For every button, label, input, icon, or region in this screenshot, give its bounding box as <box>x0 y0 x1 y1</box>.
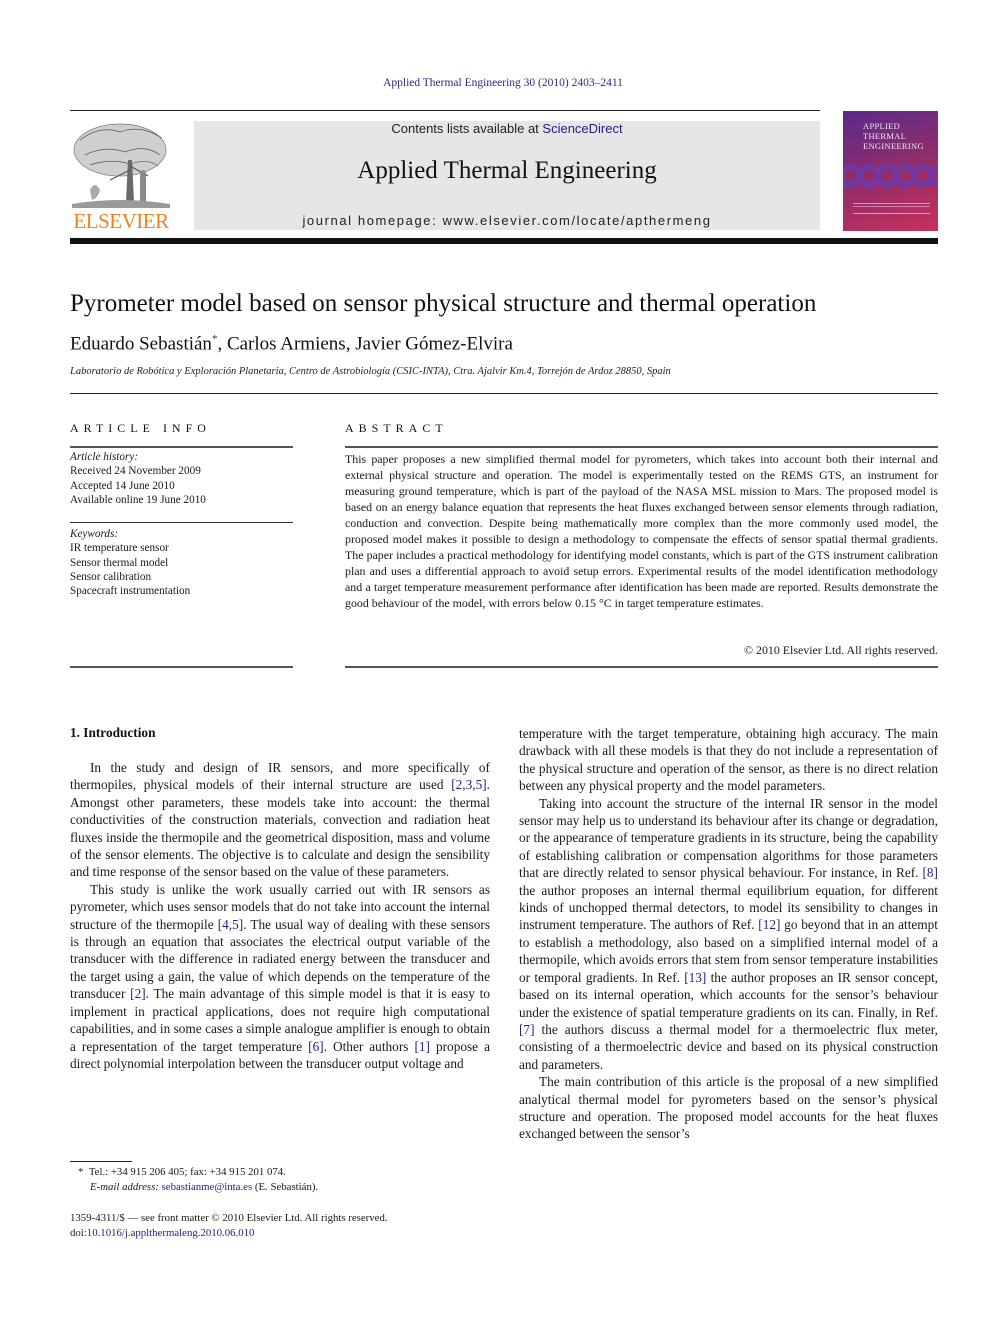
section-heading-introduction: 1. Introduction <box>70 725 156 740</box>
divider <box>345 666 938 668</box>
journal-homepage: journal homepage: www.elsevier.com/locat… <box>194 213 820 228</box>
cover-title-line: Engineering <box>863 141 924 151</box>
cover-subject-line <box>853 213 930 214</box>
keyword: IR temperature sensor <box>70 542 169 555</box>
footnote-email: E-mail address: sebastianme@inta.es (E. … <box>70 1180 318 1195</box>
body-paragraph: temperature with the target temperature,… <box>519 725 938 795</box>
keywords: Keywords: IR temperature sensor Sensor t… <box>70 527 190 598</box>
elsevier-wordmark: ELSEVIER <box>73 209 169 233</box>
citation-link[interactable]: [13] <box>684 970 706 985</box>
citation-link[interactable]: [6] <box>308 1039 324 1054</box>
journal-cover-image[interactable]: Applied Thermal Engineering <box>843 111 938 231</box>
header-thick-rule <box>70 238 938 244</box>
footnote-rule <box>70 1161 132 1162</box>
footnote-contact: * Tel.: +34 915 206 405; fax: +34 915 20… <box>70 1165 318 1180</box>
keyword: Spacecraft instrumentation <box>70 585 191 598</box>
citation-link[interactable]: [2,3,5] <box>451 777 486 792</box>
abstract-heading: ABSTRACT <box>345 421 448 435</box>
doi-link[interactable]: 10.1016/j.applthermaleng.2010.06.010 <box>87 1227 255 1239</box>
divider <box>70 522 293 523</box>
header-rule <box>70 110 820 111</box>
paragraph-text: Taking into account the structure of the… <box>519 795 938 881</box>
history-item: Received 24 November 2009 <box>70 465 201 478</box>
doi-label: doi: <box>70 1227 87 1239</box>
paragraph-text: In the study and design of IR sensors, a… <box>70 760 490 793</box>
body-paragraph: This study is unlike the work usually ca… <box>70 881 490 1072</box>
homepage-label: journal homepage: <box>302 213 443 228</box>
abstract-copyright: © 2010 Elsevier Ltd. All rights reserved… <box>744 643 938 657</box>
contact-text: Tel.: +34 915 206 405; fax: +34 915 201 … <box>88 1166 286 1178</box>
title-rule <box>70 393 938 394</box>
journal-citation[interactable]: Applied Thermal Engineering 30 (2010) 24… <box>0 77 992 89</box>
cover-title-line: Applied <box>863 121 901 131</box>
citation-link[interactable]: [1] <box>414 1039 430 1054</box>
author-name[interactable]: Carlos Armiens <box>227 333 346 354</box>
divider <box>70 446 293 448</box>
cover-title-line: Thermal <box>863 131 907 141</box>
body-paragraph: The main contribution of this article is… <box>519 1073 938 1143</box>
email-suffix: (E. Sebastián). <box>252 1181 319 1193</box>
abstract-text: This paper proposes a new simplified the… <box>345 452 938 610</box>
article-history: Article history: Received 24 November 20… <box>70 450 206 507</box>
keywords-label: Keywords: <box>70 528 119 540</box>
history-item: Available online 19 June 2010 <box>70 493 206 506</box>
issn-line: 1359-4311/$ — see front matter © 2010 El… <box>70 1212 388 1224</box>
elsevier-logo[interactable]: ELSEVIER <box>70 120 172 232</box>
citation-link[interactable]: [2] <box>130 986 146 1001</box>
citation-link[interactable]: [7] <box>519 1022 535 1037</box>
footnote-marker: * <box>78 1166 84 1178</box>
body-column-right: temperature with the target temperature,… <box>519 725 938 1143</box>
journal-masthead: Contents lists available at ScienceDirec… <box>194 121 820 230</box>
paragraph-text: The main contribution of this article is… <box>519 1074 938 1142</box>
citation-link[interactable]: [4,5] <box>218 917 243 932</box>
author-list: Eduardo Sebastián*, Carlos Armiens, Javi… <box>70 333 513 355</box>
cover-editor-lines <box>853 203 930 207</box>
cover-title: Applied Thermal Engineering <box>863 121 924 151</box>
contents-prefix: Contents lists available at <box>391 121 543 136</box>
sciencedirect-link[interactable]: ScienceDirect <box>542 121 622 136</box>
footnote: * Tel.: +34 915 206 405; fax: +34 915 20… <box>70 1165 318 1195</box>
author-name[interactable]: Javier Gómez-Elvira <box>355 333 513 354</box>
email-link[interactable]: sebastianme@inta.es <box>162 1181 253 1193</box>
paragraph-text: . Amongst other parameters, these models… <box>70 777 490 880</box>
citation-link[interactable]: [12] <box>758 917 780 932</box>
homepage-link[interactable]: www.elsevier.com/locate/apthermeng <box>443 213 712 228</box>
paragraph-text: the authors discuss a thermal model for … <box>519 1021 938 1072</box>
body-paragraph: In the study and design of IR sensors, a… <box>70 759 490 881</box>
keyword: Sensor calibration <box>70 570 152 583</box>
doi-line: doi:10.1016/j.applthermaleng.2010.06.010 <box>70 1226 388 1241</box>
contents-line: Contents lists available at ScienceDirec… <box>194 121 820 136</box>
divider <box>345 446 938 448</box>
paragraph-text: temperature with the target temperature,… <box>519 726 938 794</box>
author-separator: , <box>345 333 356 355</box>
article-title: Pyrometer model based on sensor physical… <box>70 290 817 317</box>
keyword: Sensor thermal model <box>70 556 169 569</box>
tree-icon <box>72 123 170 208</box>
article-info-heading: ARTICLE INFO <box>70 421 211 435</box>
author-separator: , <box>217 333 227 355</box>
author-name[interactable]: Eduardo Sebastián <box>70 333 212 354</box>
front-matter: 1359-4311/$ — see front matter © 2010 El… <box>70 1211 388 1241</box>
email-label: E-mail address: <box>90 1181 162 1193</box>
paragraph-text: . Other authors <box>323 1038 415 1054</box>
history-item: Accepted 14 June 2010 <box>70 479 175 492</box>
citation-link[interactable]: [8] <box>922 865 938 880</box>
body-column-left: In the study and design of IR sensors, a… <box>70 759 490 1072</box>
cover-wave-graphic <box>843 164 938 188</box>
divider <box>70 666 293 668</box>
author-affiliation: Laboratorio de Robótica y Exploración Pl… <box>70 366 671 377</box>
body-paragraph: Taking into account the structure of the… <box>519 795 938 1074</box>
journal-title: Applied Thermal Engineering <box>357 157 657 184</box>
history-label: Article history: <box>70 451 139 463</box>
